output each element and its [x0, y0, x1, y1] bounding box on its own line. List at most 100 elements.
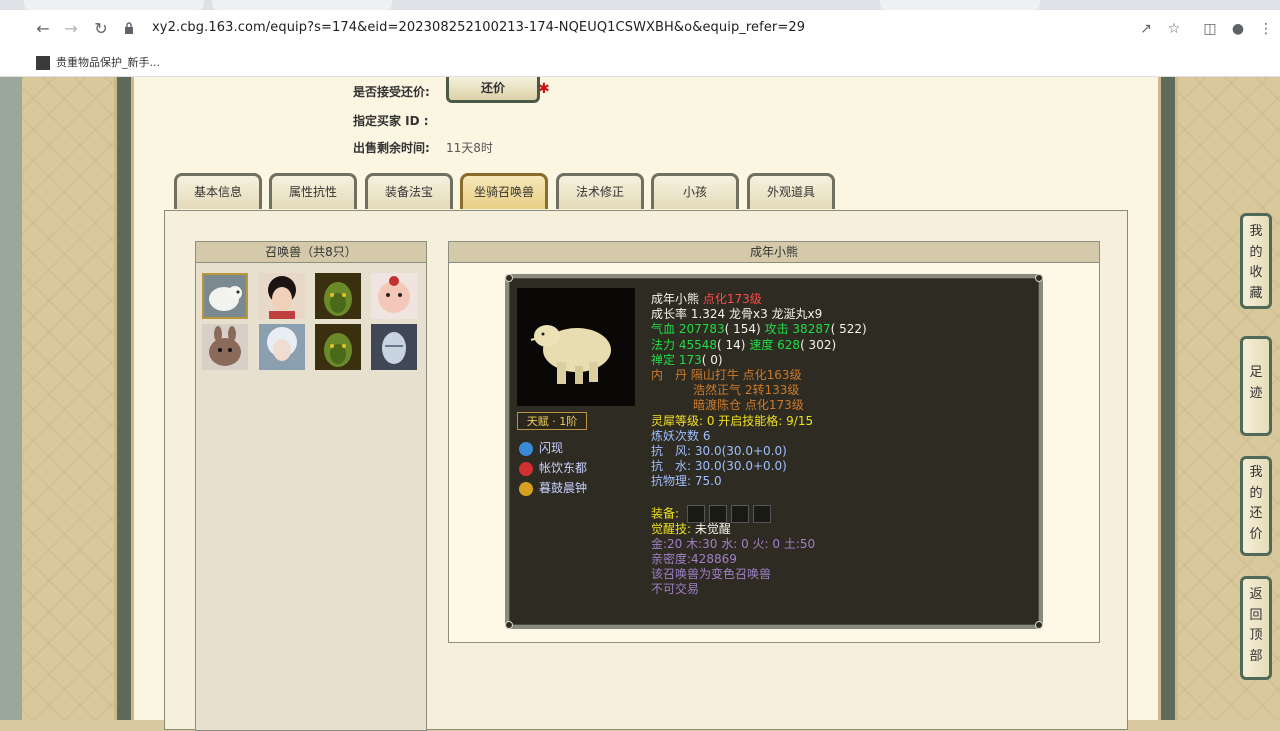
focus-label: 禅定 — [651, 352, 676, 367]
green-demon-icon — [315, 273, 361, 319]
back-to-top-button[interactable]: 返回顶部 — [1240, 576, 1272, 680]
mp-label: 法力 — [651, 337, 676, 352]
reload-icon[interactable]: ↻ — [90, 18, 112, 40]
pet-name: 成年小熊 — [651, 292, 700, 306]
my-favorites-button[interactable]: 我的收藏 — [1240, 213, 1272, 309]
equip-slot-icon[interactable] — [708, 504, 727, 523]
tradable-note: 不可交易 — [651, 582, 700, 597]
pet-detail: 成年小熊 天赋 · 1阶 闪现 帐饮东都 暮鼓晨钟 成年小熊 点化173级 成长… — [448, 241, 1100, 643]
hp-label: 气血 — [651, 322, 676, 337]
equip-slot-icon[interactable] — [686, 504, 705, 523]
skill-name: 闪现 — [539, 441, 564, 455]
polar-bear-icon — [204, 275, 246, 317]
menu-icon[interactable]: ⋮ — [1256, 19, 1276, 39]
required-mark-icon: ✱ — [538, 81, 550, 97]
footprint-label: 足迹 — [1249, 365, 1263, 401]
footprint-button[interactable]: 足迹 — [1240, 336, 1272, 436]
share-icon[interactable]: ↗ — [1136, 19, 1156, 39]
pet-thumb-pale-spirit[interactable] — [371, 324, 417, 370]
skill-name: 暮鼓晨钟 — [539, 481, 588, 495]
lock-icon — [125, 22, 133, 34]
bookmark-label: 贵重物品保护_新手... — [56, 56, 160, 69]
browser-tab[interactable] — [880, 0, 1040, 10]
left-edge-strip — [0, 77, 22, 720]
card-corner — [1035, 274, 1043, 282]
address-bar[interactable]: xy2.cbg.163.com/equip?s=174&eid=20230825… — [118, 16, 1178, 42]
growth-line: 成长率 1.324 龙骨x3 龙涎丸x9 — [651, 307, 823, 322]
profile-icon[interactable]: ● — [1228, 19, 1248, 39]
time-left-label: 出售剩余时间: — [353, 141, 430, 155]
spd-label: 速度 — [749, 337, 774, 352]
tab-appearance[interactable]: 外观道具 — [747, 173, 835, 209]
inner-core-2: 浩然正气 2转133级 — [693, 383, 800, 398]
browser-tab[interactable] — [212, 0, 392, 10]
refine-line: 炼妖次数 6 — [651, 428, 711, 443]
back-to-top-label: 返回顶部 — [1249, 587, 1263, 664]
equip-slot-icon[interactable] — [752, 504, 771, 523]
skill-icon — [519, 461, 533, 476]
side-panel-icon[interactable]: ◫ — [1200, 19, 1220, 39]
atk-points: ( 522) — [830, 322, 867, 337]
bargain-button[interactable]: 还价 — [446, 77, 540, 103]
detail-tabs: 基本信息 属性抗性 装备法宝 坐骑召唤兽 法术修正 小孩 外观道具 — [174, 173, 874, 211]
url-text[interactable]: xy2.cbg.163.com/equip?s=174&eid=20230825… — [152, 20, 805, 35]
main-content: 是否接受还价: 还价 ✱ 指定买家 ID : 出售剩余时间: 11天8时 基本信… — [134, 77, 1158, 731]
forward-icon[interactable]: → — [60, 18, 82, 40]
pet-thumb-polar-bear[interactable] — [202, 273, 248, 319]
pet-stats: 成年小熊 点化173级 成长率 1.324 龙骨x3 龙涎丸x9 气血 2077… — [651, 292, 1031, 598]
card-corner — [1035, 621, 1043, 629]
pet-thumb-white-hair[interactable] — [259, 324, 305, 370]
mp-points: ( 14) — [717, 337, 746, 352]
my-favorites-label: 我的收藏 — [1249, 224, 1263, 301]
skill-item[interactable]: 闪现 — [519, 440, 563, 456]
awaken-label: 觉醒技: — [651, 521, 692, 536]
bookmark-item[interactable]: 贵重物品保护_新手... — [36, 54, 160, 70]
my-bargains-label: 我的还价 — [1249, 465, 1263, 542]
hp-value: 207783 — [678, 322, 725, 337]
skill-item[interactable]: 暮鼓晨钟 — [519, 480, 587, 496]
skill-icon — [519, 441, 533, 456]
tab-basic-info[interactable]: 基本信息 — [174, 173, 262, 209]
tab-equipment[interactable]: 装备法宝 — [365, 173, 453, 209]
inner-core-label: 内 丹 — [651, 367, 688, 382]
pet-portrait — [517, 288, 635, 406]
skill-item[interactable]: 帐饮东都 — [519, 460, 587, 476]
equip-label: 装备: — [651, 506, 680, 521]
accept-bargain-label: 是否接受还价: — [353, 85, 430, 99]
bookmark-star-icon[interactable]: ☆ — [1164, 19, 1184, 39]
back-icon[interactable]: ← — [32, 18, 54, 40]
browser-tab[interactable] — [24, 0, 204, 10]
awaken-value: 未觉醒 — [694, 521, 731, 536]
polar-bear-cub-icon — [530, 325, 611, 384]
talent-badge: 天赋 · 1阶 — [517, 412, 587, 430]
pet-thumb-green-demon[interactable] — [315, 273, 361, 319]
my-bargains-button[interactable]: 我的还价 — [1240, 456, 1272, 556]
resist-water: 抗 水: 30.0(30.0+0.0) — [651, 459, 787, 474]
pet-thumb-rabbit[interactable] — [202, 324, 248, 370]
tab-attributes[interactable]: 属性抗性 — [269, 173, 357, 209]
page-background: 是否接受还价: 还价 ✱ 指定买家 ID : 出售剩余时间: 11天8时 基本信… — [0, 77, 1280, 731]
skill-icon — [519, 481, 533, 496]
baby-avatar-icon — [371, 273, 417, 319]
right-column-border — [1158, 77, 1178, 720]
spd-points: ( 302) — [800, 337, 837, 352]
tab-mounts-pets[interactable]: 坐骑召唤兽 — [460, 173, 548, 209]
spd-value: 628 — [777, 337, 801, 352]
variant-note: 该召唤兽为变色召唤兽 — [651, 567, 772, 582]
tab-spell-mods[interactable]: 法术修正 — [556, 173, 644, 209]
equip-slot-icon[interactable] — [730, 504, 749, 523]
pet-thumb-baby[interactable] — [371, 273, 417, 319]
pet-list: 召唤兽（共8只） — [195, 241, 427, 731]
hp-points: ( 154) — [724, 322, 761, 337]
focus-points: ( 0) — [701, 352, 723, 367]
focus-value: 173 — [678, 352, 702, 367]
elements-line: 金:20 木:30 水: 0 火: 0 土:50 — [651, 536, 816, 551]
intimacy-line: 亲密度:428869 — [651, 552, 737, 566]
card-corner — [505, 274, 513, 282]
tab-children[interactable]: 小孩 — [651, 173, 739, 209]
white-hair-avatar-icon — [259, 324, 305, 370]
card-corner — [505, 621, 513, 629]
pet-thumb-green-demon-2[interactable] — [315, 324, 361, 370]
pet-thumb-girl[interactable] — [259, 273, 305, 319]
bookmarks-bar: 贵重物品保护_新手... — [0, 48, 1280, 77]
